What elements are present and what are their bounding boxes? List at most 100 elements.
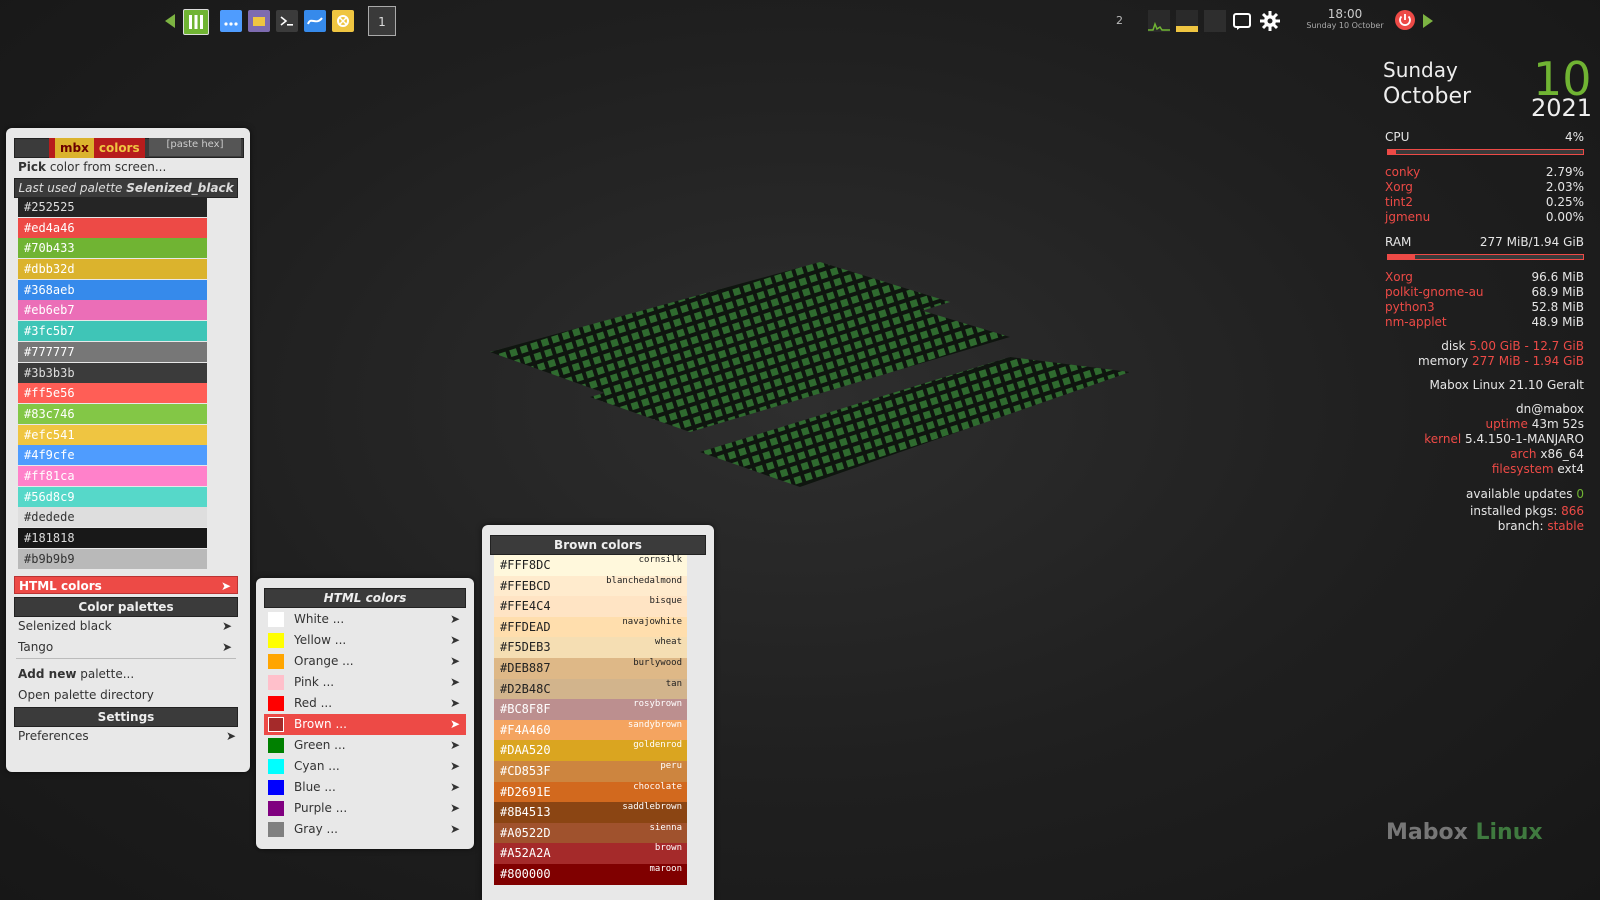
color-chip — [268, 780, 284, 795]
brown-color-hex: #8B4513 — [500, 805, 551, 820]
html-color-item[interactable]: Red ... ➤ — [264, 693, 466, 714]
preferences-item[interactable]: Preferences ➤ — [14, 726, 242, 747]
panel-left-arrow-icon[interactable] — [165, 14, 175, 28]
brown-color-hex: #F4A460 — [500, 722, 551, 737]
html-color-item[interactable]: Pink ... ➤ — [264, 672, 466, 693]
brown-colors-menu: Brown colors #FFF8DC cornsilk #FFEBCD blanc… — [482, 525, 714, 900]
date-month: October — [1383, 84, 1472, 109]
swap-graph-icon[interactable] — [1204, 10, 1226, 32]
html-color-label: Blue ... — [294, 780, 336, 794]
gear-icon[interactable] — [1259, 10, 1281, 36]
notifications-icon[interactable] — [1232, 11, 1252, 35]
brown-color-hex: #FFE4C4 — [500, 599, 551, 614]
palette-swatch[interactable]: #eb6eb7 — [18, 300, 207, 321]
palette-item[interactable]: Selenized black ➤ — [14, 616, 238, 637]
color-chip — [268, 654, 284, 669]
cpu-graph-icon[interactable] — [1148, 10, 1170, 32]
html-color-item[interactable]: Purple ... ➤ — [264, 798, 466, 819]
brown-color-name: sienna — [649, 822, 682, 833]
browser-icon[interactable] — [304, 10, 326, 32]
brown-color-hex: #FFEBCD — [500, 578, 551, 593]
brown-color-name: cornsilk — [638, 555, 682, 565]
html-colors-menu: HTML colors White ... ➤ Yellow ... ➤ Orange … — [256, 578, 474, 849]
brown-color-name: goldenrod — [633, 740, 682, 751]
terminal-icon[interactable] — [276, 10, 298, 32]
palette-swatch[interactable]: #368aeb — [18, 279, 207, 300]
settings-header: Settings — [14, 707, 238, 727]
cpu-process-row: tint2 0.25% — [1385, 195, 1584, 210]
cpu-process-name: Xorg — [1385, 180, 1413, 194]
html-colors-header: HTML colors — [264, 588, 466, 608]
palette-item[interactable]: Tango ➤ — [14, 637, 238, 658]
brown-color-name: burlywood — [633, 657, 682, 668]
memory-graph-icon[interactable] — [1176, 10, 1198, 32]
palette-swatch[interactable]: #dbb32d — [18, 259, 207, 280]
desktop-count[interactable]: 2 — [1116, 14, 1123, 27]
cpu-process-row: conky 2.79% — [1385, 165, 1584, 180]
clock-date[interactable]: Sunday 10 October — [1300, 21, 1390, 30]
add-new-palette-item[interactable]: Add new palette... — [14, 664, 242, 685]
palette-swatch[interactable]: #83c746 — [18, 403, 207, 424]
settings-app-icon[interactable] — [332, 10, 354, 32]
brown-color-item[interactable]: #800000 maroon — [494, 863, 687, 885]
html-color-item[interactable]: Blue ... ➤ — [264, 777, 466, 798]
brown-color-item[interactable]: #DEB887 burlywood — [494, 657, 687, 679]
brown-color-name: blanchedalmond — [606, 575, 682, 586]
updates-label: available updates — [1466, 487, 1573, 501]
palette-swatch[interactable]: #ff81ca — [18, 465, 207, 486]
palette-swatch[interactable]: #4f9cfe — [18, 445, 207, 466]
palette-swatch[interactable]: #181818 — [18, 528, 207, 548]
html-colors-item[interactable]: HTML colors ➤ — [14, 576, 238, 594]
ram-process-row: polkit-gnome-au 68.9 MiB — [1385, 285, 1584, 300]
folder-icon[interactable] — [248, 10, 270, 32]
palette-swatch[interactable]: #ff5e56 — [18, 383, 207, 404]
palette-swatch[interactable]: #dedede — [18, 507, 207, 528]
add-new-rest: palette... — [76, 667, 135, 681]
palette-swatch[interactable]: #3b3b3b — [18, 362, 207, 383]
palette-item-label: Tango — [18, 640, 54, 654]
brown-color-name: wheat — [654, 637, 682, 648]
html-color-item[interactable]: Yellow ... ➤ — [264, 630, 466, 651]
power-icon[interactable] — [1395, 10, 1415, 30]
panel-right-arrow-icon[interactable] — [1423, 14, 1433, 28]
menu-bars-icon[interactable] — [183, 9, 209, 35]
brown-color-hex: #A52A2A — [500, 846, 551, 861]
dots-icon[interactable] — [220, 10, 242, 32]
palette-item-label: Selenized black — [18, 619, 112, 633]
pick-rest: color from screen... — [46, 160, 167, 174]
cpu-process-value: 0.25% — [1545, 195, 1584, 209]
pick-color-item[interactable]: Pick color from screen... — [14, 157, 242, 178]
open-palette-directory-item[interactable]: Open palette directory — [14, 685, 242, 706]
brown-color-item[interactable]: #DAA520 goldenrod — [494, 740, 687, 761]
palette-swatch[interactable]: #252525 — [18, 197, 207, 217]
palette-swatch[interactable]: #777777 — [18, 341, 207, 362]
kernel-value: 5.4.150-1-MANJARO — [1465, 432, 1584, 446]
html-color-item[interactable]: Cyan ... ➤ — [264, 756, 466, 777]
top-panel: 1 2 18:00 Sunday 10 October — [0, 0, 1600, 42]
brown-color-hex: #BC8F8F — [500, 702, 551, 717]
palette-swatch[interactable]: #efc541 — [18, 424, 207, 445]
html-color-item[interactable]: Orange ... ➤ — [264, 651, 466, 672]
ram-process-row: nm-applet 48.9 MiB — [1385, 315, 1584, 330]
palette-swatch[interactable]: #b9b9b9 — [18, 548, 207, 569]
html-color-label: Pink ... — [294, 675, 335, 689]
brown-color-hex: #DAA520 — [500, 743, 551, 758]
brown-color-name: saddlebrown — [622, 802, 682, 813]
html-color-item[interactable]: Gray ... ➤ — [264, 819, 466, 840]
clock-time[interactable]: 18:00 — [1300, 7, 1390, 21]
html-color-item[interactable]: White ... ➤ — [264, 609, 466, 630]
html-color-item[interactable]: Green ... ➤ — [264, 735, 466, 756]
ram-process-name: polkit-gnome-au — [1385, 285, 1484, 299]
palette-swatch[interactable]: #70b433 — [18, 238, 207, 259]
palette-swatch[interactable]: #56d8c9 — [18, 486, 207, 507]
cpu-bar — [1387, 149, 1584, 155]
brown-color-hex: #A0522D — [500, 825, 551, 840]
palette-swatch[interactable]: #ed4a46 — [18, 217, 207, 238]
date-weekday: Sunday — [1383, 58, 1458, 82]
paste-hex-button[interactable]: [paste hex] — [149, 138, 241, 156]
disk-value: 5.00 GiB - 12.7 GiB — [1469, 339, 1584, 353]
ram-label: RAM — [1385, 235, 1412, 249]
palette-swatch[interactable]: #3fc5b7 — [18, 321, 207, 342]
html-color-item[interactable]: Brown ... ➤ — [264, 714, 466, 735]
workspace-button[interactable]: 1 — [368, 6, 396, 36]
